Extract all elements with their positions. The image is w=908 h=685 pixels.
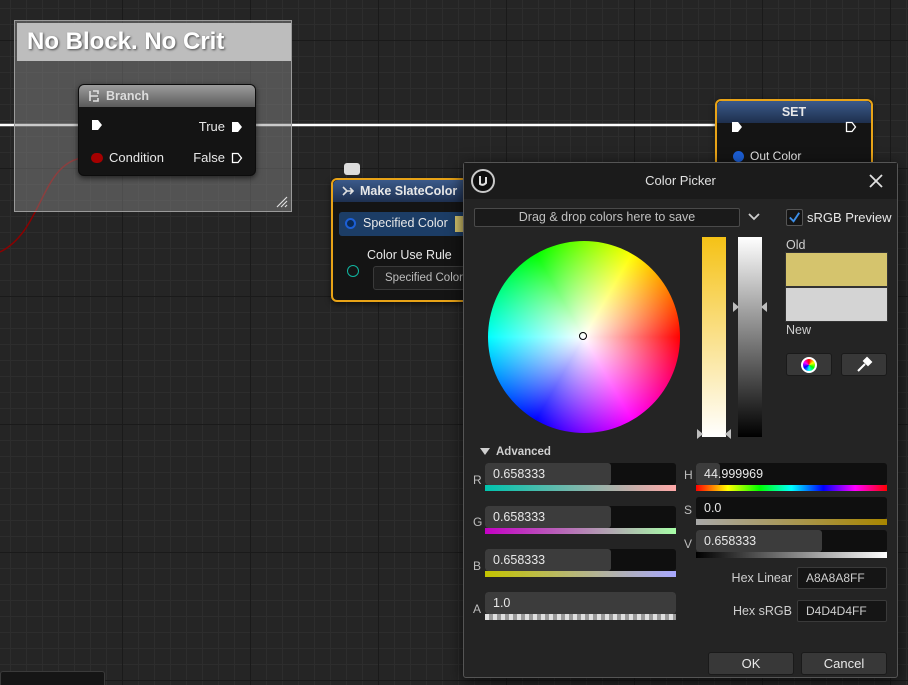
- h-label: H: [684, 468, 693, 482]
- r-field[interactable]: 0.658333: [485, 463, 676, 485]
- b-value: 0.658333: [493, 553, 546, 567]
- chevron-down-icon[interactable]: [746, 210, 762, 224]
- set-title: SET: [781, 105, 807, 119]
- set-out-label: Out Color: [750, 149, 802, 163]
- checkmark-icon: [789, 212, 800, 223]
- v-label: V: [684, 537, 693, 551]
- comment-bubble-icon[interactable]: [344, 163, 360, 175]
- close-icon[interactable]: [866, 171, 886, 191]
- resize-grip-icon[interactable]: [276, 196, 288, 208]
- old-color-swatch[interactable]: [785, 252, 888, 287]
- advanced-label: Advanced: [496, 446, 551, 458]
- branch-title: Branch: [106, 89, 150, 103]
- s-value: 0.0: [704, 501, 722, 515]
- specified-color-row[interactable]: Specified Color: [339, 212, 479, 236]
- b-label: B: [473, 559, 482, 573]
- picker-title: Color Picker: [645, 173, 716, 188]
- comment-title[interactable]: No Block. No Crit: [17, 23, 291, 61]
- srgb-preview-label: sRGB Preview: [807, 210, 892, 225]
- ok-button[interactable]: OK: [708, 652, 794, 675]
- s-label: S: [684, 503, 693, 517]
- v-value: 0.658333: [704, 534, 757, 548]
- h-gradient: [696, 485, 887, 491]
- exec-in-pin-icon[interactable]: [91, 119, 103, 131]
- saturation-slider[interactable]: [702, 237, 726, 437]
- h-field[interactable]: 44.999969: [696, 463, 887, 485]
- cancel-button[interactable]: Cancel: [801, 652, 887, 675]
- a-gradient: [485, 614, 676, 620]
- b-field[interactable]: 0.658333: [485, 549, 676, 571]
- color-use-rule-pin-icon[interactable]: [347, 265, 359, 277]
- g-label: G: [473, 515, 483, 529]
- r-gradient: [485, 485, 676, 491]
- branch-icon: [89, 90, 99, 102]
- color-picker-dialog: Color Picker Drag & drop colors here to …: [463, 162, 898, 678]
- a-value: 1.0: [493, 596, 511, 610]
- hex-linear-field[interactable]: A8A8A8FF: [797, 567, 887, 589]
- color-dropzone[interactable]: Drag & drop colors here to save: [474, 208, 740, 227]
- color-wheel-cursor[interactable]: [579, 332, 587, 340]
- s-gradient: [696, 519, 887, 525]
- color-use-rule-dropdown[interactable]: Specified Color: [373, 266, 473, 290]
- a-label: A: [473, 602, 482, 616]
- color-use-rule-label: Color Use Rule: [367, 248, 452, 262]
- v-gradient: [696, 552, 887, 558]
- branch-false-label: False: [193, 150, 225, 165]
- specified-color-label: Specified Color: [363, 216, 448, 230]
- value-slider[interactable]: [738, 237, 762, 437]
- eyedropper-button[interactable]: [841, 353, 887, 376]
- s-field[interactable]: 0.0: [696, 497, 887, 519]
- saturation-slider-marker[interactable]: [697, 429, 731, 439]
- make-struct-icon: [342, 186, 355, 196]
- make-slatecolor-title: Make SlateColor: [360, 184, 458, 198]
- set-node[interactable]: SET Out Color: [715, 99, 873, 169]
- set-header: SET: [717, 101, 871, 123]
- make-slatecolor-header: Make SlateColor: [333, 180, 479, 202]
- hex-srgb-label: Hex sRGB: [732, 604, 792, 618]
- srgb-preview-checkbox[interactable]: [786, 209, 803, 226]
- triangle-down-icon: [480, 448, 490, 455]
- g-gradient: [485, 528, 676, 534]
- value-slider-marker[interactable]: [733, 302, 767, 312]
- branch-node[interactable]: Branch True Condition False: [78, 84, 256, 176]
- condition-pin-icon[interactable]: [91, 152, 103, 163]
- hex-srgb-field[interactable]: D4D4D4FF: [797, 600, 887, 622]
- r-value: 0.658333: [493, 467, 546, 481]
- new-color-label: New: [786, 323, 812, 337]
- b-gradient: [485, 571, 676, 577]
- bottom-panel-tab[interactable]: [0, 671, 105, 685]
- hex-linear-label: Hex Linear: [731, 571, 792, 585]
- exec-true-pin-icon[interactable]: [231, 121, 243, 133]
- branch-true-label: True: [198, 119, 225, 134]
- exec-false-pin-icon[interactable]: [231, 152, 243, 164]
- branch-header: Branch: [79, 85, 255, 107]
- a-field[interactable]: 1.0: [485, 592, 676, 614]
- v-field[interactable]: 0.658333: [696, 530, 887, 552]
- g-value: 0.658333: [493, 510, 546, 524]
- r-label: R: [473, 473, 482, 487]
- set-exec-out-pin-icon[interactable]: [845, 121, 857, 133]
- out-color-pin-icon[interactable]: [733, 150, 744, 162]
- set-exec-in-pin-icon[interactable]: [731, 121, 743, 133]
- eyedropper-icon: [857, 356, 873, 372]
- h-value: 44.999969: [704, 467, 764, 481]
- advanced-section-toggle[interactable]: Advanced: [480, 446, 551, 458]
- specified-color-pin-icon[interactable]: [345, 218, 356, 229]
- new-color-swatch: [785, 287, 888, 322]
- branch-condition-label: Condition: [109, 150, 164, 165]
- old-color-label: Old: [786, 238, 806, 252]
- color-wheel-icon: [801, 356, 817, 373]
- a-field-fill: [485, 592, 676, 614]
- color-wheel-mode-button[interactable]: [786, 353, 832, 376]
- make-slatecolor-node[interactable]: Make SlateColor Specified Color Color Us…: [331, 178, 481, 302]
- g-field[interactable]: 0.658333: [485, 506, 676, 528]
